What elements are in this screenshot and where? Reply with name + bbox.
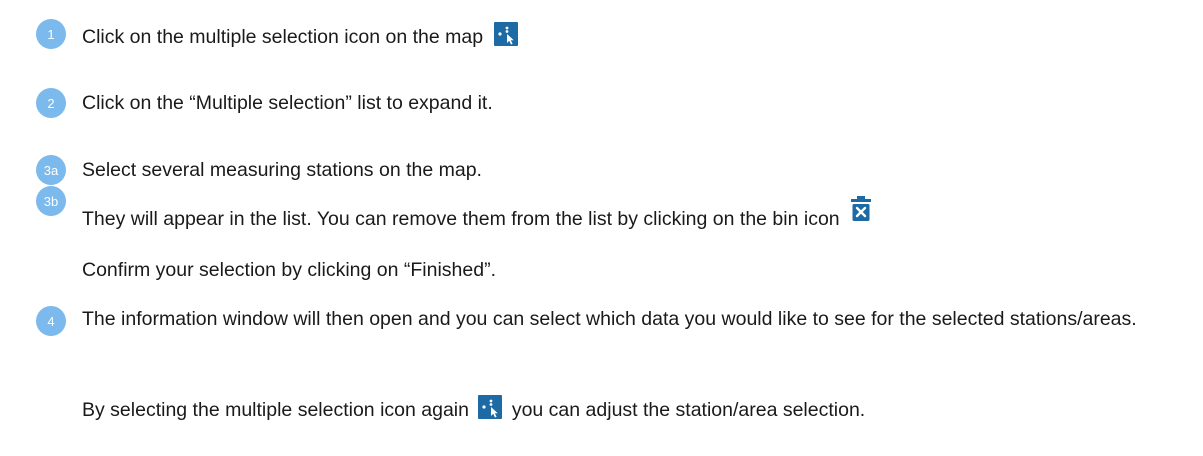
adjust-line: By selecting the multiple selection icon…	[82, 394, 866, 423]
confirm-text: Confirm your selection by clicking on “F…	[82, 259, 496, 281]
step-badge-4: 4	[36, 306, 66, 336]
step-badge-3a: 3a	[36, 155, 66, 185]
step-3b-line: They will appear in the list. You can re…	[82, 196, 872, 236]
step-4-text: The information window will then open an…	[82, 308, 1137, 330]
step-2-text: Click on the “Multiple selection” list t…	[82, 92, 493, 114]
step-3b-text: They will appear in the list. You can re…	[82, 208, 840, 231]
step-1-line: Click on the multiple selection icon on …	[82, 21, 519, 50]
adjust-text-after: you can adjust the station/area selectio…	[511, 399, 866, 421]
step-badge-3b: 3b	[36, 186, 66, 216]
step-badge-1: 1	[36, 19, 66, 49]
step-1-text: Click on the multiple selection icon on …	[82, 26, 484, 48]
multi-select-icon	[478, 394, 503, 419]
bin-icon	[851, 196, 872, 228]
adjust-text-before: By selecting the multiple selection icon…	[82, 399, 469, 421]
step-badge-2: 2	[36, 88, 66, 118]
step-3a-text: Select several measuring stations on the…	[82, 159, 482, 181]
multi-select-icon	[494, 21, 519, 46]
